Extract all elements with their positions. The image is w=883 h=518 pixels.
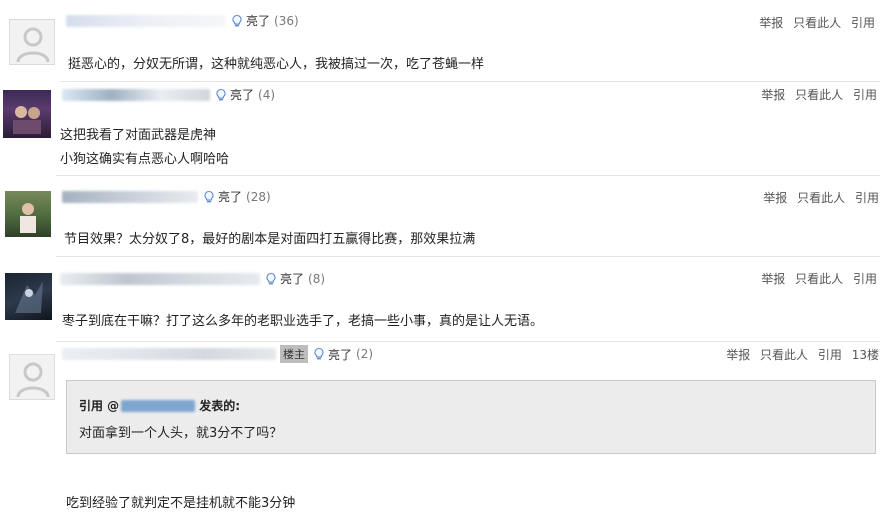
photo-avatar[interactable] [3, 90, 51, 138]
only-this-user-link[interactable]: 只看此人 [793, 16, 841, 30]
photo-avatar[interactable] [5, 273, 52, 320]
comment-text: 这把我看了对面武器是虎神 [60, 128, 217, 143]
lightbulb-icon[interactable] [214, 88, 228, 102]
like-count: (28) [246, 189, 271, 204]
quote-header: 引用 @ 发表的: [79, 397, 240, 414]
comment-meta: 亮了 (36) [66, 12, 299, 29]
username-redacted[interactable] [62, 88, 210, 101]
lightbulb-icon[interactable] [202, 190, 216, 204]
comment-text: 吃到经验了就判定不是挂机就不能3分钟 [66, 496, 296, 511]
username-redacted[interactable] [62, 348, 276, 360]
report-link[interactable]: 举报 [726, 348, 750, 362]
quote-suffix: 发表的: [199, 399, 240, 413]
comment-meta: 亮了 (28) [62, 188, 271, 205]
default-avatar[interactable] [9, 354, 55, 400]
report-link[interactable]: 举报 [761, 272, 785, 286]
user-silhouette-icon [16, 27, 50, 63]
comment-actions: 举报 只看此人 引用 [763, 189, 879, 206]
lightbulb-icon[interactable] [230, 14, 244, 28]
avatar-image-icon [20, 203, 36, 233]
avatar-image-icon [13, 106, 41, 134]
report-link[interactable]: 举报 [761, 88, 785, 102]
report-link[interactable]: 举报 [759, 16, 783, 30]
comment-actions: 举报 只看此人 引用 [761, 270, 877, 287]
quote-box: 引用 @ 发表的: 对面拿到一个人头，就3分不了吗？ [66, 380, 876, 454]
like-count: (8) [308, 271, 326, 286]
comment-actions: 举报 只看此人 引用 13楼 [726, 346, 879, 363]
comment-2: 亮了 (4) 举报 只看此人 引用 这把我看了对面武器是虎神 小狗这确实有点恶心… [0, 82, 883, 175]
avatar-image-icon [15, 281, 43, 313]
quote-link[interactable]: 引用 [855, 191, 879, 205]
like-count: (4) [258, 87, 276, 102]
only-this-user-link[interactable]: 只看此人 [760, 348, 808, 362]
comment-5: 楼主 亮了 (2) 举报 只看此人 引用 13楼 引用 @ 发表的: 对面拿到一… [0, 342, 883, 518]
quote-link[interactable]: 引用 [851, 16, 875, 30]
quote-link[interactable]: 引用 [853, 88, 877, 102]
like-label[interactable]: 亮了 [280, 270, 304, 287]
owner-badge: 楼主 [280, 345, 308, 363]
only-this-user-link[interactable]: 只看此人 [795, 88, 843, 102]
comment-text: 枣子到底在干嘛？打了这么多年的老职业选手了，老搞一些小事，真的是让人无语。 [62, 314, 544, 329]
lightbulb-icon[interactable] [264, 272, 278, 286]
only-this-user-link[interactable]: 只看此人 [797, 191, 845, 205]
like-count: (36) [274, 13, 299, 28]
user-silhouette-icon [16, 362, 50, 398]
quoted-username-redacted[interactable] [121, 399, 196, 412]
comment-text: 挺恶心的，分奴无所谓，这种就纯恶心人，我被搞过一次，吃了苍蝇一样 [68, 57, 485, 72]
lightbulb-icon[interactable] [312, 347, 326, 361]
comment-4: 亮了 (8) 举报 只看此人 引用 枣子到底在干嘛？打了这么多年的老职业选手了，… [0, 257, 883, 341]
comment-text: 节目效果？太分奴了8，最好的剧本是对面四打五赢得比赛，那效果拉满 [64, 232, 476, 247]
username-redacted[interactable] [62, 190, 198, 203]
quote-link[interactable]: 引用 [818, 348, 842, 362]
photo-avatar[interactable] [5, 191, 51, 237]
like-label[interactable]: 亮了 [218, 188, 242, 205]
report-link[interactable]: 举报 [763, 191, 787, 205]
comment-actions: 举报 只看此人 引用 [761, 86, 877, 103]
like-label[interactable]: 亮了 [246, 12, 270, 29]
quote-prefix: 引用 @ [79, 399, 120, 413]
like-label[interactable]: 亮了 [230, 86, 254, 103]
comment-3: 亮了 (28) 举报 只看此人 引用 节目效果？太分奴了8，最好的剧本是对面四打… [0, 176, 883, 256]
username-redacted[interactable] [60, 272, 260, 285]
comment-1: 亮了 (36) 举报 只看此人 引用 挺恶心的，分奴无所谓，这种就纯恶心人，我被… [0, 0, 883, 82]
quote-link[interactable]: 引用 [853, 272, 877, 286]
username-redacted[interactable] [66, 14, 226, 27]
comment-text: 小狗这确实有点恶心人啊哈哈 [60, 152, 230, 167]
quote-text: 对面拿到一个人头，就3分不了吗？ [79, 426, 283, 441]
comment-meta: 亮了 (8) [60, 270, 325, 287]
only-this-user-link[interactable]: 只看此人 [795, 272, 843, 286]
default-avatar[interactable] [9, 19, 55, 65]
comment-meta: 亮了 (4) [62, 86, 275, 103]
like-label[interactable]: 亮了 [328, 346, 352, 363]
like-count: (2) [356, 347, 374, 361]
comment-actions: 举报 只看此人 引用 [759, 14, 875, 31]
comment-meta: 楼主 亮了 (2) [62, 345, 373, 363]
floor-number: 13楼 [851, 348, 879, 362]
